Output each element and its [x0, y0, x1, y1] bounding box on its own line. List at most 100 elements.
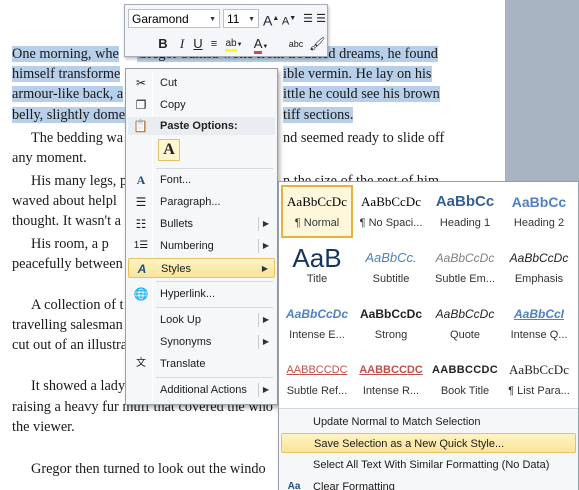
font-name-combo[interactable]: Garamond ▼: [128, 9, 220, 28]
style-no-spacing[interactable]: AaBbCcDc ¶ No Spaci...: [355, 187, 427, 240]
chevron-right-icon: ▶: [261, 264, 268, 273]
translate-icon: 文: [136, 358, 146, 369]
paste-keep-text-only-button[interactable]: A: [158, 139, 180, 161]
numbering-icon: 1☰: [133, 240, 149, 251]
menu-separator: [156, 168, 273, 169]
style-emphasis[interactable]: AaBbCcDc Emphasis: [503, 243, 575, 296]
select-all-similar-command[interactable]: Select All Text With Similar Formatting …: [281, 455, 576, 475]
font-size-combo[interactable]: 11 ▼: [223, 9, 259, 28]
selected-text[interactable]: armour-like back, a: [12, 86, 124, 102]
update-normal-command[interactable]: Update Normal to Match Selection: [281, 412, 576, 432]
style-book-title[interactable]: AaBbCcDc Book Title: [429, 355, 501, 408]
bold-button[interactable]: B: [155, 34, 171, 54]
menu-item-additional-actions[interactable]: Additional Actions ▶: [128, 380, 275, 400]
style-subtitle[interactable]: AaBbCc. Subtitle: [355, 243, 427, 296]
menu-item-paragraph[interactable]: ☰ Paragraph...: [128, 192, 275, 212]
doc-line[interactable]: any moment.: [12, 149, 87, 167]
doc-line[interactable]: A collection of t: [31, 296, 124, 314]
style-intense-quote[interactable]: AaBbCcI Intense Q...: [503, 299, 575, 352]
globe-link-icon: 🌐: [133, 287, 149, 301]
selected-text[interactable]: himself transforme: [12, 66, 121, 82]
mini-toolbar: Garamond ▼ 11 ▼ A▲ A▼ ☰ ☰ B I U ≡ ab▼ A▼ a…: [124, 4, 328, 57]
grow-font-button[interactable]: A▲: [263, 9, 279, 29]
italic-button[interactable]: I: [175, 34, 189, 54]
font-size-value: 11: [227, 12, 240, 26]
increase-indent-icon[interactable]: ☰: [315, 9, 327, 29]
doc-line[interactable]: ible vermin. He lay on his: [283, 65, 432, 83]
font-icon: A: [136, 173, 146, 187]
decrease-indent-icon[interactable]: ☰: [301, 9, 315, 29]
doc-line[interactable]: waved about helpl: [12, 192, 117, 210]
doc-line[interactable]: cut out of an illustra: [12, 336, 127, 354]
doc-line[interactable]: peacefully between i: [12, 255, 130, 273]
format-painter-icon[interactable]: 🖌: [309, 34, 326, 54]
doc-line[interactable]: himself transforme: [12, 65, 121, 83]
doc-line[interactable]: His many legs, p: [31, 172, 127, 190]
chevron-right-icon: ▶: [262, 241, 269, 250]
bullets-icon: ☷: [135, 217, 147, 231]
styles-icon: A: [137, 262, 147, 276]
style-strong[interactable]: AaBbCcDc Strong: [355, 299, 427, 352]
selected-text[interactable]: belly, slightly dome: [12, 107, 126, 123]
shrink-font-button[interactable]: A▼: [281, 9, 297, 29]
doc-line[interactable]: thought. It wasn't a: [12, 212, 121, 230]
doc-line[interactable]: travelling salesman: [12, 316, 123, 334]
style-intense-reference[interactable]: AaBbCcDc Intense R...: [355, 355, 427, 408]
chevron-right-icon: ▶: [262, 219, 269, 228]
selected-text[interactable]: ittle he could see his brown: [283, 86, 440, 102]
highlight-button[interactable]: ab▼: [223, 34, 245, 54]
menu-item-cut[interactable]: ✂ Cut: [128, 73, 275, 93]
menu-separator: [156, 281, 273, 282]
doc-line[interactable]: It showed a lady: [31, 377, 125, 395]
paragraph-icon: ☰: [135, 195, 147, 209]
style-subtle-emphasis[interactable]: AaBbCcDc Subtle Em...: [429, 243, 501, 296]
style-list-paragraph[interactable]: AaBbCcDc ¶ List Para...: [503, 355, 575, 408]
selected-text[interactable]: One morning, whe: [12, 46, 119, 62]
chevron-down-icon[interactable]: ▼: [248, 16, 255, 23]
clear-formatting-icon: Aa: [287, 481, 301, 490]
chevron-right-icon: ▶: [262, 385, 269, 394]
menu-separator: [156, 377, 273, 378]
style-quote[interactable]: AaBbCcDc Quote: [429, 299, 501, 352]
styles-commands: Update Normal to Match Selection Save Se…: [279, 408, 578, 490]
underline-button[interactable]: U: [191, 34, 205, 54]
doc-line[interactable]: the viewer.: [12, 418, 75, 436]
doc-line[interactable]: ittle he could see his brown: [283, 85, 440, 103]
menu-item-translate[interactable]: 文 Translate: [128, 354, 275, 374]
menu-item-synonyms[interactable]: Synonyms ▶: [128, 332, 275, 352]
selected-text[interactable]: tiff sections.: [283, 107, 354, 123]
style-title[interactable]: AaB Title: [281, 243, 353, 296]
menu-item-look-up[interactable]: Look Up ▶: [128, 310, 275, 330]
style-heading-1[interactable]: AaBbCc Heading 1: [429, 187, 501, 240]
clipboard-icon: 📋: [133, 119, 148, 133]
doc-line[interactable]: One morning, whe: [12, 45, 119, 63]
menu-item-bullets[interactable]: ☷ Bullets ▶: [128, 214, 275, 234]
doc-line[interactable]: Gregor then turned to look out the windo: [31, 460, 266, 478]
doc-line[interactable]: belly, slightly dome: [12, 106, 126, 124]
center-align-icon[interactable]: ≡: [207, 34, 221, 54]
doc-line[interactable]: The bedding wa: [31, 129, 123, 147]
menu-item-copy[interactable]: ❐ Copy: [128, 95, 275, 115]
font-name-value: Garamond: [132, 12, 189, 26]
selected-text[interactable]: ible vermin. He lay on his: [283, 66, 432, 82]
style-subtle-reference[interactable]: AaBbCcDc Subtle Ref...: [281, 355, 353, 408]
style-normal[interactable]: AaBbCcDc ¶ Normal: [281, 185, 353, 238]
style-heading-2[interactable]: AaBbCc Heading 2: [503, 187, 575, 240]
change-case-button[interactable]: abc: [285, 34, 307, 54]
menu-item-font[interactable]: A Font...: [128, 170, 275, 190]
menu-item-numbering[interactable]: 1☰ Numbering ▶: [128, 236, 275, 256]
doc-line[interactable]: His room, a p: [31, 235, 109, 253]
menu-item-hyperlink[interactable]: 🌐 Hyperlink...: [128, 284, 275, 304]
paste-options-header: Paste Options:: [128, 117, 275, 135]
chevron-right-icon: ▶: [262, 315, 269, 324]
doc-line[interactable]: tiff sections.: [283, 106, 354, 124]
scissors-icon: ✂: [135, 76, 147, 90]
doc-line[interactable]: nd seemed ready to slide off: [283, 129, 444, 147]
style-intense-emphasis[interactable]: AaBbCcDc Intense E...: [281, 299, 353, 352]
doc-line[interactable]: armour-like back, a: [12, 85, 124, 103]
chevron-down-icon[interactable]: ▼: [209, 16, 216, 23]
save-quick-style-command[interactable]: Save Selection as a New Quick Style...: [281, 433, 576, 453]
clear-formatting-command[interactable]: Aa Clear Formatting: [281, 477, 576, 490]
menu-item-styles[interactable]: A Styles ▶: [128, 258, 275, 278]
font-color-button[interactable]: A▼: [251, 34, 271, 54]
